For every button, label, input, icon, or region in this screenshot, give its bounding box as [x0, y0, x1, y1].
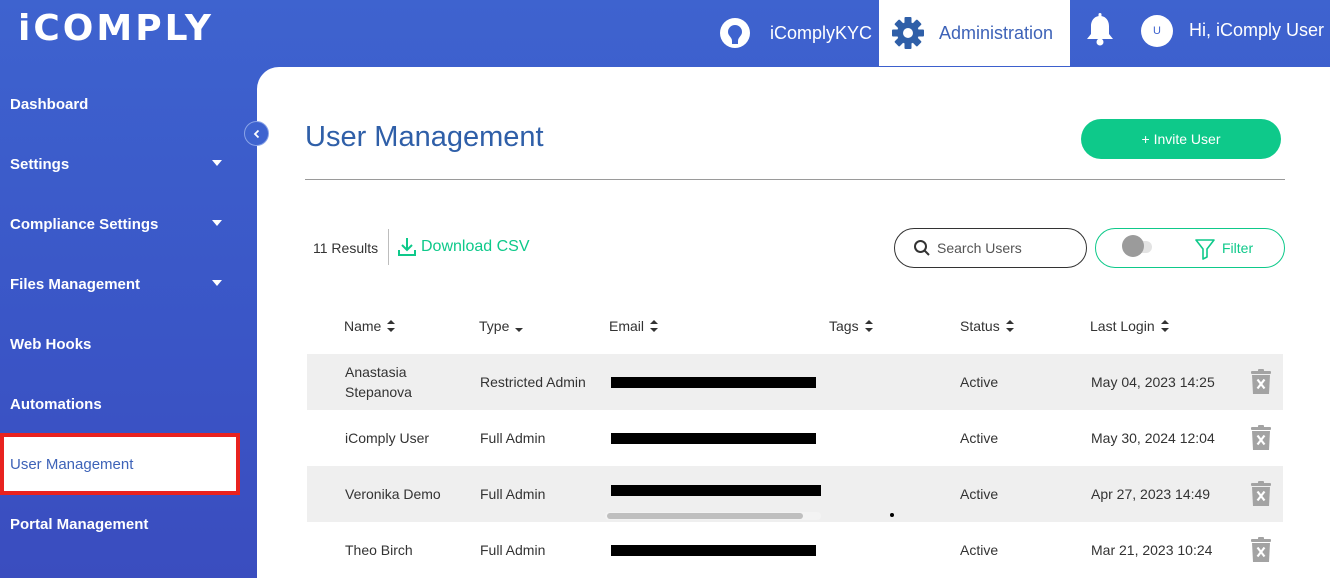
- caret-down-icon: [212, 160, 222, 166]
- top-bar: iCOMPLY iComplyKYC Administration U Hi, …: [0, 0, 1330, 66]
- redacted-email: [611, 377, 816, 388]
- search-users-input[interactable]: [937, 240, 1077, 256]
- sidebar-item-label: Web Hooks: [10, 335, 92, 353]
- sort-icon: [387, 320, 396, 332]
- column-header-label: Tags: [829, 318, 859, 334]
- sidebar-item-web-hooks[interactable]: Web Hooks: [0, 316, 240, 372]
- column-header-label: Type: [479, 318, 510, 334]
- sidebar-item-automations[interactable]: Automations: [0, 376, 240, 432]
- column-header-last-login[interactable]: Last Login: [1090, 318, 1169, 334]
- sidebar-item-label: User Management: [10, 455, 134, 473]
- nav-kyc-label: iComplyKYC: [770, 22, 873, 43]
- page-title: User Management: [305, 121, 544, 153]
- sidebar-item-settings[interactable]: Settings: [0, 136, 240, 192]
- user-type: Full Admin: [480, 486, 546, 502]
- sidebar-item-label: Files Management: [10, 275, 141, 293]
- column-header-label: Status: [960, 318, 1000, 334]
- user-status: Active: [960, 430, 999, 446]
- caret-down-icon: [212, 220, 222, 226]
- column-header-status[interactable]: Status: [960, 318, 1014, 334]
- column-header-label: Last Login: [1090, 318, 1155, 334]
- column-header-name[interactable]: Name: [344, 318, 396, 334]
- sidebar-item-files-management[interactable]: Files Management: [0, 256, 240, 312]
- sort-icon: [864, 320, 873, 332]
- gear-icon: [892, 17, 924, 49]
- sidebar-item-label: Automations: [10, 395, 102, 413]
- divider: [388, 229, 389, 265]
- column-header-tags[interactable]: Tags: [829, 318, 873, 334]
- user-status: Active: [960, 542, 999, 558]
- sort-desc-icon: [515, 328, 524, 332]
- delete-icon[interactable]: [1249, 481, 1273, 507]
- delete-icon[interactable]: [1249, 425, 1273, 451]
- user-name: iComply User: [345, 430, 430, 446]
- filter-funnel-icon: [1195, 239, 1215, 260]
- table-row[interactable]: iComply User Full Admin Active May 30, 2…: [307, 410, 1283, 466]
- search-box: [894, 228, 1087, 268]
- column-header-email[interactable]: Email: [609, 318, 659, 334]
- sidebar-item-portal-management[interactable]: Portal Management: [0, 496, 240, 552]
- user-avatar[interactable]: U: [1141, 15, 1173, 47]
- main-panel: User Management + Invite User 11 Results…: [257, 67, 1330, 578]
- user-name: Veronika Demo: [345, 486, 441, 502]
- invite-user-button[interactable]: + Invite User: [1081, 119, 1281, 159]
- app-logo[interactable]: iCOMPLY: [18, 8, 214, 49]
- sidebar-item-compliance-settings[interactable]: Compliance Settings: [0, 196, 240, 252]
- sidebar-item-label: Portal Management: [10, 515, 149, 533]
- user-name: Theo Birch: [345, 542, 413, 558]
- nav-icomplykyc[interactable]: iComplyKYC: [708, 0, 878, 66]
- sidebar-item-label: Dashboard: [10, 95, 89, 113]
- nav-admin-label: Administration: [939, 22, 1054, 43]
- nav-administration[interactable]: Administration: [879, 0, 1070, 66]
- kyc-logo-icon: [720, 18, 750, 48]
- user-last-login: May 30, 2024 12:04: [1091, 430, 1215, 446]
- divider: [305, 179, 1285, 180]
- filter-label: Filter: [1222, 240, 1254, 256]
- sidebar-item-user-management[interactable]: User Management: [0, 433, 240, 495]
- filter-control[interactable]: Filter: [1095, 228, 1285, 268]
- sidebar-collapse-button[interactable]: [244, 121, 269, 146]
- download-csv-label: Download CSV: [421, 238, 530, 255]
- user-type: Full Admin: [480, 430, 546, 446]
- delete-icon[interactable]: [1249, 537, 1273, 563]
- email-cell-scrollbar[interactable]: [605, 512, 821, 520]
- redacted-email: [611, 433, 816, 444]
- dot: [890, 513, 894, 517]
- table-row[interactable]: Theo Birch Full Admin Active Mar 21, 202…: [307, 522, 1283, 578]
- user-status: Active: [960, 486, 999, 502]
- table-row[interactable]: Veronika Demo Full Admin Active Apr 27, …: [307, 466, 1283, 522]
- download-csv-link[interactable]: Download CSV: [397, 236, 530, 258]
- caret-down-icon: [212, 280, 222, 286]
- sort-icon: [1005, 320, 1014, 332]
- chevron-left-icon: [253, 129, 259, 138]
- filter-toggle-knob[interactable]: [1122, 235, 1144, 257]
- user-type: Full Admin: [480, 542, 546, 558]
- sort-icon: [650, 320, 659, 332]
- column-header-type[interactable]: Type: [479, 318, 524, 334]
- user-type: Restricted Admin: [480, 374, 586, 390]
- user-last-login: Apr 27, 2023 14:49: [1091, 486, 1211, 502]
- sidebar-item-label: Compliance Settings: [10, 215, 159, 233]
- user-status: Active: [960, 374, 999, 390]
- results-count: 11 Results: [313, 240, 379, 256]
- sort-icon: [1160, 320, 1169, 332]
- redacted-email: [611, 545, 816, 556]
- user-last-login: May 04, 2023 14:25: [1091, 374, 1215, 390]
- scrollbar-thumb[interactable]: [607, 513, 803, 519]
- download-icon: [398, 238, 416, 256]
- redacted-email: [611, 485, 821, 496]
- search-icon: [914, 240, 930, 256]
- user-last-login: Mar 21, 2023 10:24: [1091, 542, 1213, 558]
- sidebar-item-dashboard[interactable]: Dashboard: [0, 76, 240, 132]
- sidebar-item-label: Settings: [10, 155, 70, 173]
- user-name: Anastasia Stepanova: [345, 364, 412, 400]
- bell-icon[interactable]: [1085, 13, 1115, 47]
- column-header-label: Email: [609, 318, 645, 334]
- delete-icon[interactable]: [1249, 369, 1273, 395]
- column-header-label: Name: [344, 318, 382, 334]
- table-row[interactable]: Anastasia Stepanova Restricted Admin Act…: [307, 354, 1283, 410]
- user-greeting[interactable]: Hi, iComply User: [1189, 20, 1324, 41]
